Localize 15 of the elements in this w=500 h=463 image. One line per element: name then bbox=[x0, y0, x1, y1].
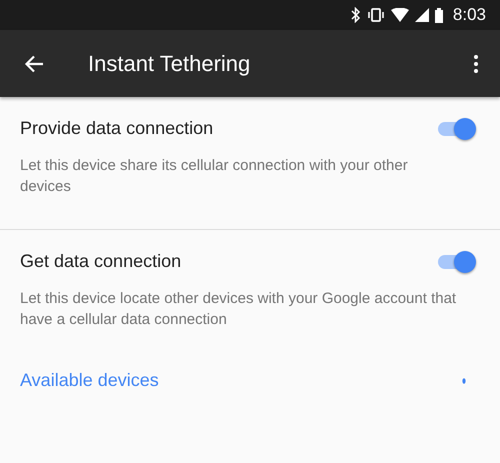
setting-description: Let this device share its cellular connection with your other devices bbox=[20, 156, 409, 197]
battery-icon bbox=[434, 8, 443, 22]
loading-spinner-icon bbox=[462, 378, 466, 384]
signal-icon bbox=[414, 8, 429, 22]
setting-title: Provide data connection bbox=[20, 118, 214, 138]
wifi-icon bbox=[390, 8, 409, 22]
setting-title: Get data connection bbox=[20, 250, 182, 272]
more-options-icon[interactable] bbox=[474, 54, 478, 72]
setting-description: Let this device locate other devices with your Google account that have a cellular data connection bbox=[20, 289, 458, 330]
screen-title: Instant Tethering bbox=[88, 50, 252, 76]
back-arrow-icon[interactable] bbox=[24, 54, 44, 72]
vibrate-icon bbox=[366, 8, 385, 22]
bluetooth-icon bbox=[350, 7, 361, 23]
available-devices-link[interactable]: Available devices bbox=[20, 370, 159, 391]
status-time: 8:03 bbox=[452, 5, 486, 25]
